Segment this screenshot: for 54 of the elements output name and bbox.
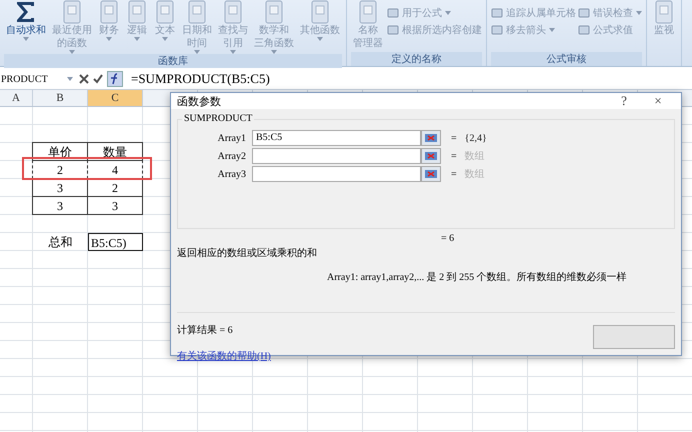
equals-sign: = xyxy=(451,132,457,144)
table-cell: 数量 xyxy=(87,142,143,161)
range-icon xyxy=(425,152,437,160)
function-icon[interactable] xyxy=(107,71,123,87)
argument-value: {2,4} xyxy=(464,132,487,144)
toolbar-icon xyxy=(578,7,590,19)
input-field[interactable]: B5:C5 xyxy=(252,130,421,146)
range-picker-button[interactable] xyxy=(421,130,441,146)
dialog-title: 函数参数 xyxy=(177,94,222,108)
check-icon[interactable] xyxy=(93,74,103,84)
input-field[interactable] xyxy=(252,166,421,182)
close-button[interactable]: × xyxy=(641,93,675,109)
table-cell: 3 xyxy=(32,196,88,215)
argument-label: Array3 xyxy=(216,168,246,180)
argument-help: Array1: array1,array2,... 是 2 到 255 个数组。所有数组的维数必须一样 xyxy=(327,270,628,284)
table-cell: 4 xyxy=(87,160,143,179)
range-picker-button[interactable] xyxy=(421,166,441,182)
equals-sign: = xyxy=(451,168,457,180)
range-picker-button[interactable] xyxy=(421,148,441,164)
group-label: 定义的名称 xyxy=(351,52,482,66)
toolbar-icon xyxy=(491,24,503,36)
function-description: 返回相应的数组或区域乘积的和 xyxy=(177,246,318,260)
toolbar-icon xyxy=(387,7,399,19)
toolbar-icon xyxy=(578,24,590,36)
range-icon xyxy=(425,134,437,142)
table-cell: 2 xyxy=(32,160,88,179)
toolbar-icon xyxy=(491,7,503,19)
argument-label: Array2 xyxy=(216,150,246,162)
cancel-icon[interactable] xyxy=(79,74,89,84)
toolbar-icon xyxy=(387,24,399,36)
equals-sign: = xyxy=(451,150,457,162)
group-label: 公式审核 xyxy=(491,52,642,66)
help-button[interactable]: ? xyxy=(607,93,641,109)
formula-result: = 6 xyxy=(441,233,456,244)
formula-field[interactable]: =SUMPRODUCT(B5:C5) xyxy=(131,71,270,87)
input-field[interactable] xyxy=(252,148,421,164)
table-cell: 3 xyxy=(87,196,143,215)
active-cell[interactable]: B5:C5) xyxy=(88,233,143,251)
name-box[interactable]: PRODUCT xyxy=(0,74,67,84)
column-header[interactable]: A xyxy=(0,90,33,106)
argument-label: Array1 xyxy=(216,132,246,144)
argument-value: 数组 xyxy=(464,168,485,181)
table-cell: 单价 xyxy=(32,142,88,161)
ribbon-button[interactable]: 自动求和 xyxy=(4,0,48,41)
range-icon xyxy=(425,170,437,178)
sum-label: 总和 xyxy=(48,234,74,251)
group-label: 函数库 xyxy=(4,54,342,68)
function-name: SUMPRODUCT xyxy=(182,113,254,124)
help-link[interactable]: 有关该函数的帮助(H) xyxy=(177,349,271,363)
calculation-result: 计算结果 = 6 xyxy=(177,324,234,337)
caret-icon xyxy=(67,77,73,81)
argument-value: 数组 xyxy=(464,150,485,163)
sigma-icon xyxy=(15,0,37,24)
column-header[interactable]: C xyxy=(88,90,143,106)
